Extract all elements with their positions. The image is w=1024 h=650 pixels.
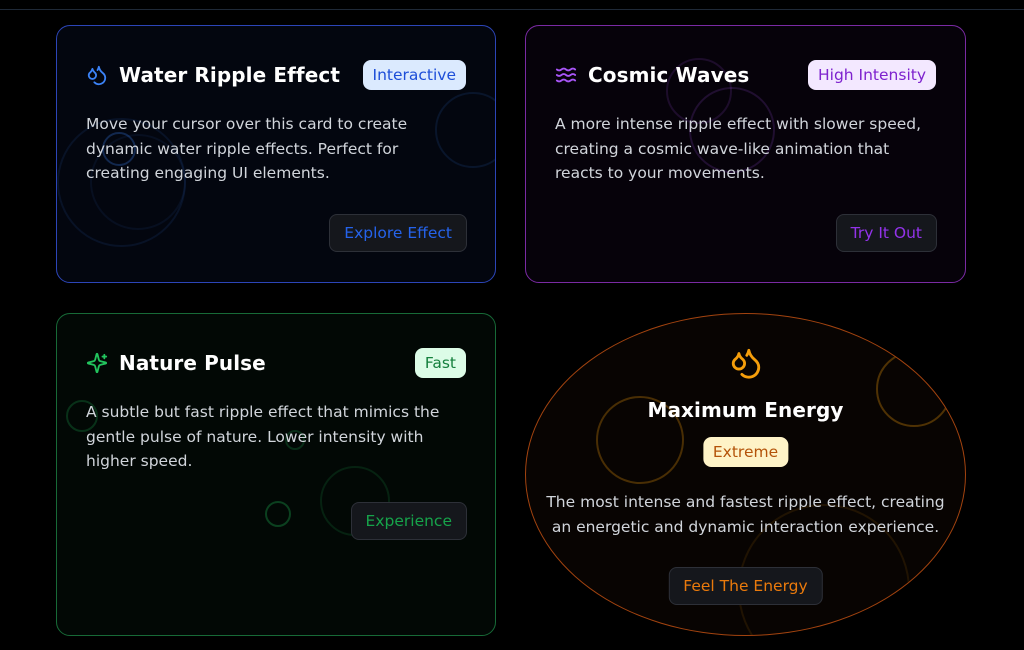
card-nature-pulse[interactable]: Nature Pulse Fast A subtle but fast ripp…: [56, 313, 496, 636]
droplets-icon: [729, 346, 763, 380]
feel-the-energy-button[interactable]: Feel The Energy: [668, 567, 823, 605]
sparkles-icon: [86, 352, 108, 374]
card-title: Cosmic Waves: [588, 63, 750, 87]
card-title: Maximum Energy: [647, 398, 844, 422]
status-badge: Fast: [414, 348, 466, 378]
card-title: Nature Pulse: [119, 351, 266, 375]
card-description: The most intense and fastest ripple effe…: [546, 493, 945, 536]
ripple-ring: [265, 501, 291, 527]
status-badge: High Intensity: [807, 60, 936, 90]
explore-effect-button[interactable]: Explore Effect: [329, 214, 467, 252]
card-maximum-energy[interactable]: Maximum Energy Extreme The most intense …: [525, 313, 966, 636]
try-it-out-button[interactable]: Try It Out: [835, 214, 937, 252]
status-badge: Interactive: [362, 60, 466, 90]
status-badge: Extreme: [702, 437, 789, 467]
card-description: A more intense ripple effect with slower…: [555, 115, 922, 182]
card-description: Move your cursor over this card to creat…: [86, 115, 408, 182]
card-title: Water Ripple Effect: [119, 63, 341, 87]
experience-button[interactable]: Experience: [350, 502, 467, 540]
card-description: A subtle but fast ripple effect that mim…: [86, 403, 440, 470]
card-water-ripple[interactable]: Water Ripple Effect Interactive Move you…: [56, 25, 496, 283]
droplet-icon: [86, 64, 108, 86]
top-divider: [0, 9, 1024, 10]
card-cosmic-waves[interactable]: Cosmic Waves High Intensity A more inten…: [525, 25, 966, 283]
waves-icon: [555, 64, 577, 86]
